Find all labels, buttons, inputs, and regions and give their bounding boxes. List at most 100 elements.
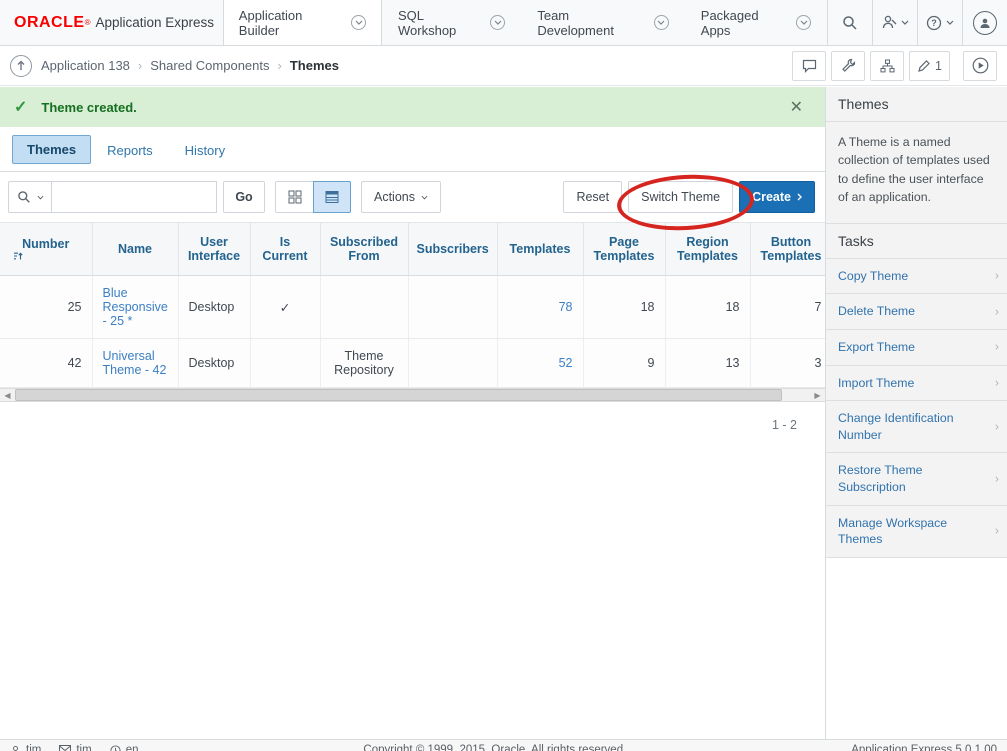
cell-templates: 52 <box>497 339 583 388</box>
scrollbar-thumb[interactable] <box>15 389 782 401</box>
grid-view-icon <box>288 190 302 204</box>
main-area: ✓ Theme created. ✕ Themes Reports Histor… <box>0 87 1007 751</box>
arrow-up-icon <box>16 60 26 71</box>
tab-team-development[interactable]: Team Development <box>521 0 684 45</box>
svg-text:?: ? <box>931 18 937 28</box>
admin-user-icon <box>882 15 897 30</box>
column-header-templates[interactable]: Templates <box>497 223 583 276</box>
success-message-text: Theme created. <box>41 100 136 115</box>
cell-page-templates: 18 <box>583 276 665 339</box>
search-icon <box>17 190 31 204</box>
administration-menu-button[interactable] <box>872 0 917 45</box>
comment-bubble-icon <box>802 59 817 73</box>
scroll-right-arrow[interactable]: ▶ <box>810 389 825 401</box>
create-button[interactable]: Create <box>739 181 815 213</box>
help-menu-button[interactable]: ? <box>917 0 962 45</box>
task-restore-theme-subscription[interactable]: Restore Theme Subscription› <box>826 453 1007 505</box>
search-column-selector[interactable] <box>8 181 52 213</box>
footer-mail[interactable]: tim <box>59 744 91 751</box>
page-tab-strip: Themes Reports History <box>0 127 825 172</box>
success-message: ✓ Theme created. ✕ <box>0 87 825 127</box>
column-header-page-templates[interactable]: Page Templates <box>583 223 665 276</box>
user-account-button[interactable] <box>962 0 1007 45</box>
horizontal-scrollbar[interactable]: ◀ ▶ <box>0 388 825 402</box>
view-toggle-group <box>275 181 351 213</box>
footer-user[interactable]: tim <box>10 744 41 751</box>
footer-language[interactable]: en <box>110 744 139 751</box>
close-message-button[interactable]: ✕ <box>782 97 811 117</box>
column-header-subscribed-from[interactable]: Subscribed From <box>320 223 408 276</box>
templates-count-link[interactable]: 52 <box>559 356 573 370</box>
actions-menu-button[interactable]: Actions <box>361 181 441 213</box>
registered-mark: ® <box>85 18 91 27</box>
footer-bar: tim tim en Copyright © 1999, 2015, Oracl… <box>0 739 1007 751</box>
breadcrumb-separator: › <box>138 58 142 73</box>
go-button[interactable]: Go <box>223 181 265 213</box>
edit-page-button[interactable]: 1 <box>909 51 950 81</box>
footer-session-info: tim tim en <box>10 744 138 751</box>
right-sidebar: Themes A Theme is a named collection of … <box>825 87 1007 751</box>
task-change-identification-number[interactable]: Change Identification Number› <box>826 401 1007 453</box>
task-import-theme[interactable]: Import Theme› <box>826 366 1007 402</box>
cell-subscribed-from: Theme Repository <box>320 339 408 388</box>
search-button[interactable] <box>827 0 872 45</box>
chevron-down-icon[interactable] <box>654 15 669 30</box>
column-header-name[interactable]: Name <box>92 223 178 276</box>
tab-history[interactable]: History <box>169 137 241 164</box>
top-nav-utilities: ? <box>827 0 1007 45</box>
task-manage-workspace-themes[interactable]: Manage Workspace Themes› <box>826 506 1007 558</box>
top-nav-tabs: Application Builder SQL Workshop Team De… <box>223 0 827 45</box>
column-header-subscribers[interactable]: Subscribers <box>408 223 497 276</box>
feedback-button[interactable] <box>792 51 826 81</box>
scrollbar-track[interactable] <box>782 389 810 401</box>
column-header-is-current[interactable]: Is Current <box>250 223 320 276</box>
column-header-user-interface[interactable]: User Interface <box>178 223 250 276</box>
cell-region-templates: 18 <box>665 276 750 339</box>
cell-is-current <box>250 339 320 388</box>
tab-packaged-apps[interactable]: Packaged Apps <box>685 0 827 45</box>
shared-components-button[interactable] <box>870 51 904 81</box>
chevron-down-icon[interactable] <box>796 15 811 30</box>
envelope-icon <box>59 745 71 751</box>
chevron-right-icon: › <box>995 523 999 540</box>
switch-theme-button[interactable]: Switch Theme <box>628 181 733 213</box>
play-icon <box>972 57 989 74</box>
tab-themes[interactable]: Themes <box>12 135 91 164</box>
sitemap-icon <box>880 59 895 73</box>
up-level-button[interactable] <box>10 55 32 77</box>
pencil-icon <box>917 59 931 73</box>
table-row: 42 Universal Theme - 42 Desktop Theme Re… <box>0 339 825 388</box>
search-input[interactable] <box>52 181 217 213</box>
success-check-icon: ✓ <box>14 97 27 117</box>
table-header-row: Number Name User Interface Is Current Su… <box>0 223 825 276</box>
theme-name-link[interactable]: Blue Responsive - 25 * <box>103 286 168 328</box>
templates-count-link[interactable]: 78 <box>559 300 573 314</box>
tab-sql-workshop[interactable]: SQL Workshop <box>382 0 521 45</box>
edit-page-number: 1 <box>935 59 942 73</box>
cell-number: 25 <box>0 276 92 339</box>
help-icon: ? <box>926 15 942 31</box>
report-view-button[interactable] <box>313 181 351 213</box>
tab-application-builder[interactable]: Application Builder <box>223 0 382 45</box>
theme-name-link[interactable]: Universal Theme - 42 <box>103 349 167 377</box>
column-header-number[interactable]: Number <box>0 223 92 276</box>
avatar <box>973 11 997 35</box>
task-export-theme[interactable]: Export Theme› <box>826 330 1007 366</box>
scroll-left-arrow[interactable]: ◀ <box>0 389 15 401</box>
task-delete-theme[interactable]: Delete Theme› <box>826 294 1007 330</box>
column-header-region-templates[interactable]: Region Templates <box>665 223 750 276</box>
run-application-button[interactable] <box>963 51 997 81</box>
chevron-down-icon[interactable] <box>490 15 505 30</box>
chevron-right-icon <box>797 193 802 201</box>
icon-view-button[interactable] <box>275 181 313 213</box>
chevron-right-icon: › <box>995 268 999 285</box>
utilities-button[interactable] <box>831 51 865 81</box>
breadcrumb-application[interactable]: Application 138 <box>41 58 130 73</box>
reset-button[interactable]: Reset <box>563 181 622 213</box>
task-copy-theme[interactable]: Copy Theme› <box>826 259 1007 295</box>
column-header-button-templates[interactable]: Button Templates <box>750 223 825 276</box>
tab-reports[interactable]: Reports <box>91 137 169 164</box>
breadcrumb-shared-components[interactable]: Shared Components <box>150 58 269 73</box>
chevron-down-icon <box>37 195 44 200</box>
chevron-down-icon[interactable] <box>351 15 366 30</box>
